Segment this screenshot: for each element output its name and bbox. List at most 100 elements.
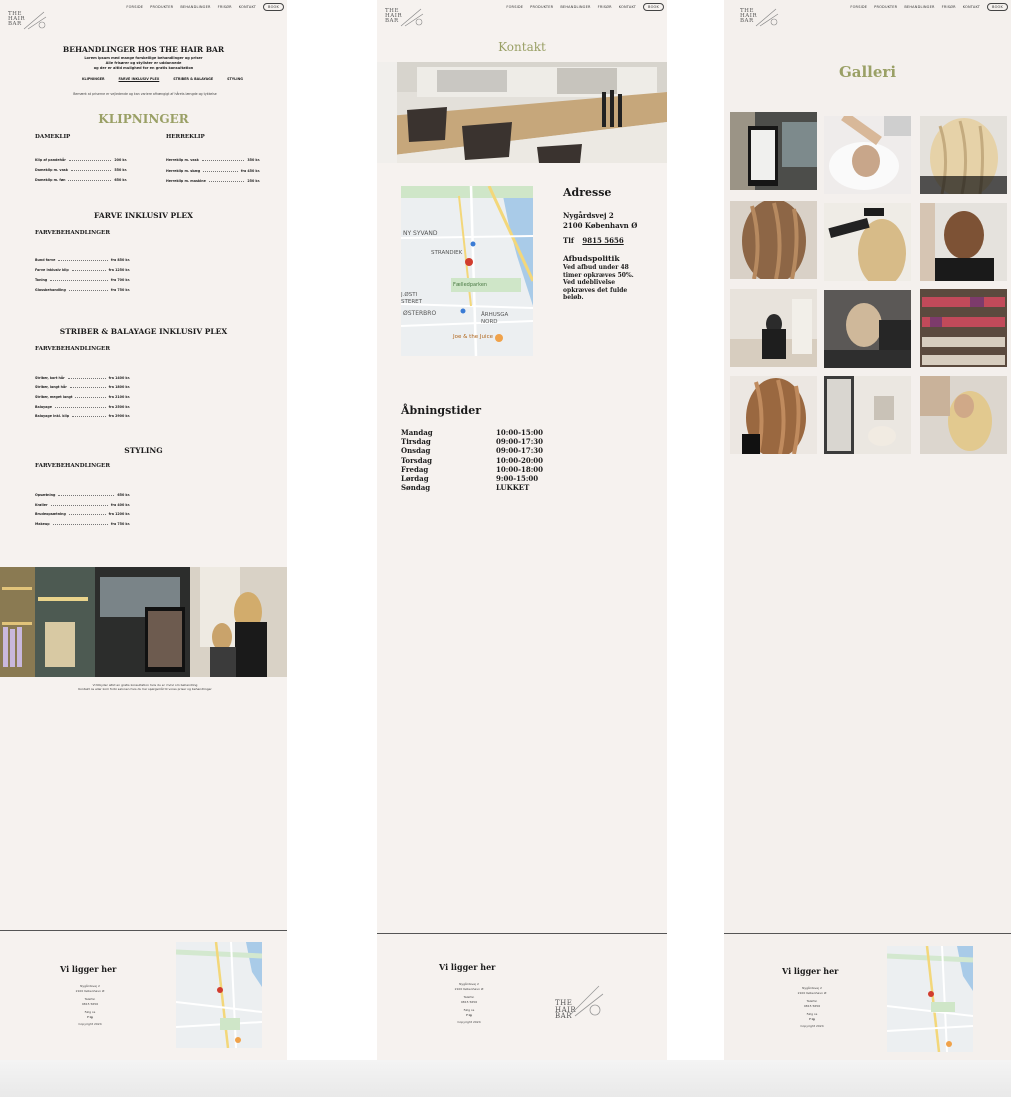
footer-line: 2100 København Ø xyxy=(797,991,827,995)
color-subtitle: FARVEBEHANDLINGER xyxy=(35,230,110,236)
price-row: Striber, kort hår fra 1400 kr. xyxy=(35,376,130,380)
price-row: Krøller fra 400 kr. xyxy=(35,503,130,507)
salon-photo-strip xyxy=(0,567,287,677)
nav-behandlinger[interactable]: BEHANDLINGER xyxy=(560,5,590,9)
nav-forside[interactable]: FORSIDE xyxy=(506,5,523,9)
page-title: Galleri xyxy=(838,63,897,81)
tab-styling[interactable]: STYLING xyxy=(227,77,243,81)
nav-kontakt[interactable]: KONTAKT xyxy=(239,5,256,9)
phone-link[interactable]: 9815 5656 xyxy=(582,236,623,245)
main-nav: FORSIDE PRODUKTER BEHANDLINGER FRISØR KO… xyxy=(506,3,664,11)
nav-frisor[interactable]: FRISØR xyxy=(218,5,232,9)
hair-treatment-image xyxy=(824,290,911,368)
nav-forside[interactable]: FORSIDE xyxy=(126,5,143,9)
price-value: fra 450 kr. xyxy=(240,169,260,173)
footer-divider xyxy=(377,933,667,934)
tab-striber[interactable]: STRIBER & BALAYAGE xyxy=(173,77,213,81)
address-line: Nygårdsvej 2 xyxy=(563,211,614,220)
time: 9:00-15:00 xyxy=(496,474,539,484)
scissors-icon xyxy=(568,985,604,1017)
page-title: Kontakt xyxy=(498,40,546,54)
footer-line: 9815 5656 xyxy=(803,1004,821,1008)
price-row: Striber, meget langt fra 2100 kr. xyxy=(35,395,130,399)
nav-produkter[interactable]: PRODUKTER xyxy=(530,5,553,9)
day: Lørdag xyxy=(401,474,429,484)
price-label: Brudeopsætning xyxy=(35,512,66,516)
nav-produkter[interactable]: PRODUKTER xyxy=(874,5,897,9)
streak-subtitle: FARVEBEHANDLINGER xyxy=(35,346,110,352)
nav-frisor[interactable]: FRISØR xyxy=(942,5,956,9)
hours-row: Torsdag 10:00-20:00 xyxy=(401,456,543,465)
salon-window-image xyxy=(730,112,817,190)
gallery-image[interactable] xyxy=(730,112,817,190)
map-image xyxy=(887,946,973,1052)
logo[interactable]: THE HAIR BAR xyxy=(740,8,779,27)
gallery-image[interactable] xyxy=(730,376,817,454)
nav-behandlinger[interactable]: BEHANDLINGER xyxy=(180,5,210,9)
hours-row: Søndag LUKKET xyxy=(401,483,543,492)
nav-behandlinger[interactable]: BEHANDLINGER xyxy=(904,5,934,9)
nav-kontakt[interactable]: KONTAKT xyxy=(619,5,636,9)
map-label: Fælledparken xyxy=(453,282,488,288)
footer-logo[interactable]: THE HAIR BAR xyxy=(555,985,604,1020)
contact-hero-photo xyxy=(377,62,667,163)
footer-divider xyxy=(0,930,287,931)
price-row: Herreklip m. vask 350 kr. xyxy=(166,158,260,162)
nav-kontakt[interactable]: KONTAKT xyxy=(963,5,980,9)
contact-map[interactable]: NY SYVAND STRANDIEK J.ØSTI STERET ØSTERB… xyxy=(401,186,533,356)
gallery-image[interactable] xyxy=(824,116,911,194)
gallery-image[interactable] xyxy=(920,289,1007,367)
book-button[interactable]: BOOK xyxy=(987,3,1008,11)
women-desc xyxy=(35,152,36,157)
nav-frisor[interactable]: FRISØR xyxy=(598,5,612,9)
price-label: Toning xyxy=(35,278,48,282)
price-label: Farve inklusiv klip xyxy=(35,268,69,272)
social-icons[interactable]: f ig xyxy=(60,1015,120,1020)
tab-farve[interactable]: FARVE INKLUSIV PLEX xyxy=(119,77,160,81)
price-label: Balayage xyxy=(35,405,52,409)
social-icons[interactable]: f ig xyxy=(782,1017,842,1022)
price-label: Dameklip m. føn xyxy=(35,178,66,182)
gallery-image[interactable] xyxy=(920,376,1007,454)
long-waves-image xyxy=(730,376,817,454)
price-row: Dameklip m. vask 550 kr. xyxy=(35,168,127,172)
map-image xyxy=(176,942,262,1048)
address-line: 2100 København Ø xyxy=(563,221,638,230)
gallery-image[interactable] xyxy=(730,201,817,279)
scissors-icon xyxy=(400,8,424,27)
address-title: Adresse xyxy=(563,186,612,199)
main-nav: FORSIDE PRODUKTER BEHANDLINGER FRISØR KO… xyxy=(850,3,1008,11)
time: 10:00-18:00 xyxy=(496,464,544,474)
nav-forside[interactable]: FORSIDE xyxy=(850,5,867,9)
footer-map[interactable] xyxy=(887,946,973,1052)
tab-klipninger[interactable]: KLIPNINGER xyxy=(82,77,105,81)
hours-row: Tirsdag 09:00-17:30 xyxy=(401,437,543,446)
gallery-image[interactable] xyxy=(824,376,911,454)
time: LUKKET xyxy=(496,483,530,493)
logo[interactable]: THE HAIR BAR xyxy=(385,8,424,27)
footer-map[interactable] xyxy=(176,942,262,1048)
gallery-image[interactable] xyxy=(730,289,817,367)
gallery-image[interactable] xyxy=(824,290,911,368)
book-button[interactable]: BOOK xyxy=(263,3,284,11)
price-value: fra 2100 kr. xyxy=(108,395,130,399)
price-row: Balayage inkl. klip fra 2900 kr. xyxy=(35,414,130,418)
price-row: Glossbehandling fra 750 kr. xyxy=(35,288,130,292)
map-label: J.ØSTI STERET xyxy=(401,292,422,305)
nav-produkter[interactable]: PRODUKTER xyxy=(150,5,173,9)
price-row: Herreklip m. skæg fra 450 kr. xyxy=(166,169,260,173)
price-label: Herreklip m. maskine xyxy=(166,179,206,183)
footer-line: 2100 København Ø xyxy=(454,987,484,991)
gallery-image[interactable] xyxy=(920,116,1007,194)
caption-line: Kontakt os eller kom forbi salonen hvis … xyxy=(78,687,212,692)
gallery-image[interactable] xyxy=(920,203,1007,281)
social-icons[interactable]: f ig xyxy=(439,1013,499,1018)
viewport-shadow xyxy=(0,1060,1011,1097)
price-row: Bund farve fra 850 kr. xyxy=(35,258,130,262)
gallery-image[interactable] xyxy=(824,203,911,281)
salon-chair-image xyxy=(730,289,817,367)
price-label: Balayage inkl. klip xyxy=(35,414,70,418)
price-value: fra 1200 kr. xyxy=(108,512,130,516)
book-button[interactable]: BOOK xyxy=(643,3,664,11)
logo[interactable]: THE HAIR BAR xyxy=(8,11,47,30)
